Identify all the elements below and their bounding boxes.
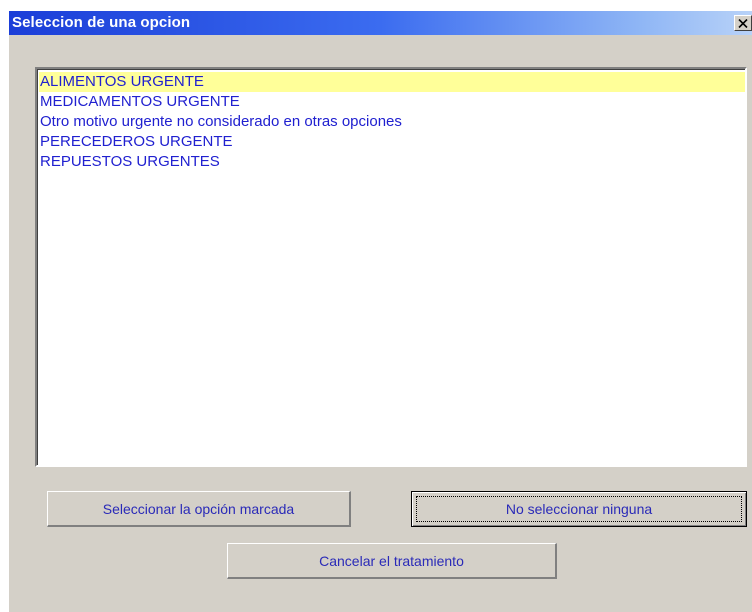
list-item[interactable]: MEDICAMENTOS URGENTE bbox=[39, 92, 745, 112]
selection-dialog: Seleccion de una opcion ALIMENTOS URGENT… bbox=[8, 10, 752, 612]
options-listbox[interactable]: ALIMENTOS URGENTE MEDICAMENTOS URGENTE O… bbox=[35, 67, 747, 467]
close-icon bbox=[738, 18, 748, 28]
list-item[interactable]: Otro motivo urgente no considerado en ot… bbox=[39, 112, 745, 132]
cancel-label: Cancelar el tratamiento bbox=[319, 552, 464, 569]
select-marked-label: Seleccionar la opción marcada bbox=[102, 500, 295, 517]
list-item[interactable]: PERECEDEROS URGENTE bbox=[39, 132, 745, 152]
select-none-label: No seleccionar ninguna bbox=[505, 501, 653, 517]
cancel-button[interactable]: Cancelar el tratamiento bbox=[227, 543, 557, 579]
list-item[interactable]: ALIMENTOS URGENTE bbox=[39, 72, 745, 92]
select-none-button[interactable]: No seleccionar ninguna bbox=[411, 491, 747, 527]
list-item[interactable]: REPUESTOS URGENTES bbox=[39, 152, 745, 172]
title-bar[interactable]: Seleccion de una opcion bbox=[9, 11, 752, 35]
close-button[interactable] bbox=[734, 15, 752, 31]
dialog-title: Seleccion de una opcion bbox=[12, 14, 191, 31]
select-marked-button[interactable]: Seleccionar la opción marcada bbox=[47, 491, 351, 527]
